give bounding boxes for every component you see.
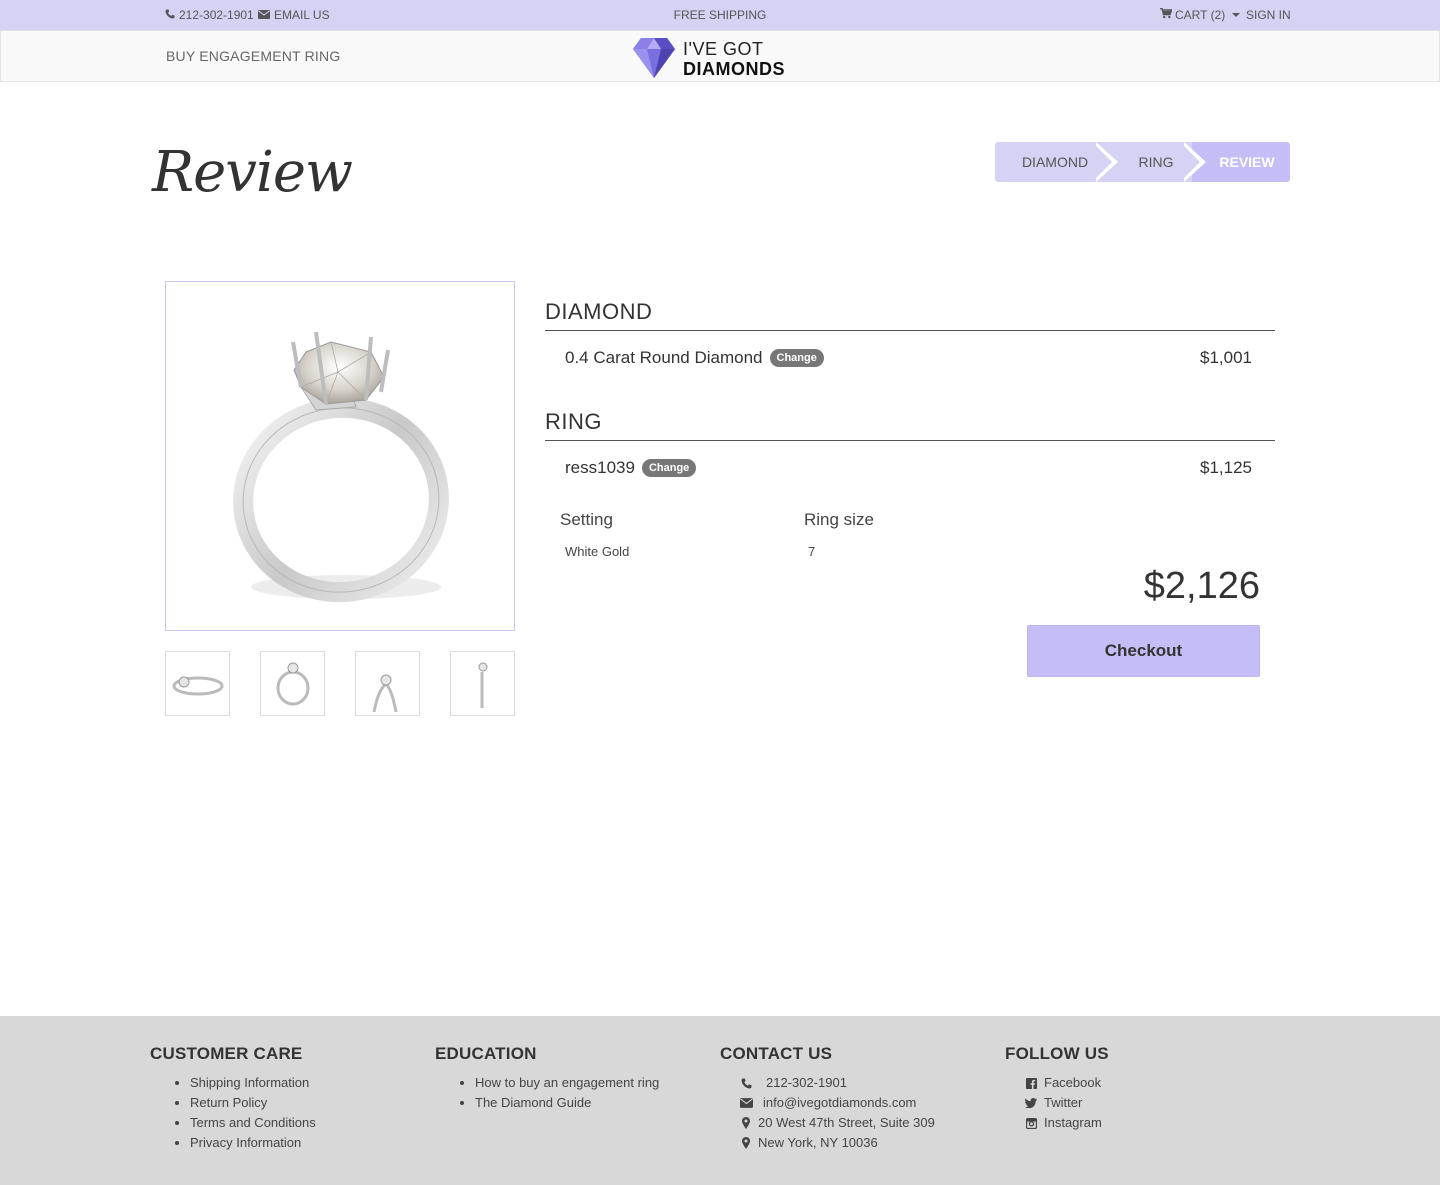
cart-label: CART (2)	[1175, 8, 1226, 22]
site-logo[interactable]: I'VE GOT DIAMONDS	[633, 35, 803, 79]
footer-link-twitter[interactable]: Twitter	[1024, 1093, 1109, 1113]
twitter-label: Twitter	[1044, 1095, 1083, 1110]
envelope-icon	[739, 1096, 753, 1110]
ring-item: ress1039 Change	[565, 458, 697, 478]
instagram-icon	[1024, 1116, 1038, 1130]
diamond-price: $1,001	[1200, 348, 1252, 367]
sign-in-link[interactable]: SIGN IN	[1246, 8, 1291, 22]
step-review-label: REVIEW	[1219, 154, 1275, 170]
ring-price: $1,125	[1200, 458, 1252, 477]
setting-label: Setting	[560, 510, 613, 529]
diamond-logo-icon	[633, 38, 675, 78]
progress-stepper: DIAMOND RING REVIEW	[995, 142, 1290, 182]
step-chevron	[1092, 142, 1112, 182]
top-email-link[interactable]: EMAIL US	[258, 8, 330, 22]
diamond-item: 0.4 Carat Round Diamond Change	[565, 348, 824, 368]
setting-value: White Gold	[565, 544, 630, 559]
footer-link-instagram[interactable]: Instagram	[1024, 1113, 1109, 1133]
ring-front-thumbnail	[276, 662, 310, 706]
product-thumbnail[interactable]	[355, 651, 420, 716]
facebook-icon	[1024, 1076, 1038, 1090]
footer-contact-address2: New York, NY 10036	[739, 1133, 935, 1153]
envelope-icon	[258, 8, 270, 22]
footer-link-terms[interactable]: Terms and Conditions	[150, 1113, 316, 1133]
step-diamond-label: DIAMOND	[1021, 154, 1089, 170]
phone-icon	[165, 8, 175, 22]
footer-contact-address1: 20 West 47th Street, Suite 309	[739, 1113, 935, 1133]
ring-size-label: Ring size	[804, 510, 874, 529]
site-footer: CUSTOMER CARE Shipping Information Retur…	[0, 1016, 1440, 1185]
order-total: $2,126	[1143, 565, 1260, 607]
footer-address-line1: 20 West 47th Street, Suite 309	[758, 1115, 935, 1130]
page-title: Review	[152, 140, 353, 205]
phone-icon	[739, 1076, 753, 1090]
footer-contact: CONTACT US 212-302-1901 info@ivegotdiamo…	[720, 1044, 935, 1153]
checkout-button[interactable]: Checkout	[1027, 625, 1260, 677]
ring-side-thumbnail	[172, 676, 224, 696]
footer-link-returns[interactable]: Return Policy	[150, 1093, 316, 1113]
top-phone-link[interactable]: 212-302-1901	[165, 8, 254, 22]
ring-section-title: RING	[545, 409, 602, 434]
change-ring-button[interactable]: Change	[641, 458, 697, 477]
chevron-down-icon	[1232, 13, 1241, 17]
logo-text-line2: DIAMONDS	[683, 59, 785, 79]
step-review[interactable]: REVIEW	[1192, 142, 1290, 182]
top-email-text: EMAIL US	[274, 8, 330, 22]
diamond-section-title: DIAMOND	[545, 299, 653, 324]
footer-education: EDUCATION How to buy an engagement ring …	[435, 1044, 659, 1113]
footer-email-text: info@ivegotdiamonds.com	[763, 1095, 917, 1110]
footer-heading: EDUCATION	[435, 1044, 537, 1063]
footer-phone-text: 212-302-1901	[766, 1075, 847, 1090]
product-main-image	[165, 281, 515, 631]
ring-angle-thumbnail	[372, 674, 398, 713]
cart-icon	[1160, 7, 1173, 22]
footer-customer-care: CUSTOMER CARE Shipping Information Retur…	[150, 1044, 316, 1153]
step-chevron	[1180, 142, 1200, 182]
ring-image	[233, 331, 449, 603]
change-diamond-button[interactable]: Change	[769, 348, 824, 367]
facebook-label: Facebook	[1044, 1075, 1102, 1090]
top-bar: 212-302-1901 EMAIL US FREE SHIPPING CART…	[0, 0, 1440, 30]
footer-heading: FOLLOW US	[1005, 1044, 1109, 1063]
top-phone-text: 212-302-1901	[179, 8, 254, 22]
footer-address-line2: New York, NY 10036	[758, 1135, 878, 1150]
footer-follow: FOLLOW US Facebook Twitter Instagram	[1005, 1044, 1109, 1133]
footer-heading: CUSTOMER CARE	[150, 1044, 303, 1063]
footer-contact-email[interactable]: info@ivegotdiamonds.com	[739, 1093, 935, 1113]
footer-contact-phone[interactable]: 212-302-1901	[739, 1073, 935, 1093]
footer-heading: CONTACT US	[720, 1044, 833, 1063]
ring-name: ress1039	[565, 458, 635, 477]
logo-text-line1: I'VE GOT	[683, 39, 764, 59]
instagram-label: Instagram	[1044, 1115, 1102, 1130]
main-navbar: BUY ENGAGEMENT RING I'VE GOT DIAMONDS	[0, 30, 1440, 82]
product-thumbnail[interactable]	[260, 651, 325, 716]
footer-link-diamond-guide[interactable]: The Diamond Guide	[435, 1093, 659, 1113]
map-marker-icon	[739, 1136, 753, 1150]
product-thumbnail[interactable]	[450, 651, 515, 716]
map-marker-icon	[739, 1116, 753, 1130]
ring-size-value: 7	[808, 544, 816, 559]
footer-link-shipping[interactable]: Shipping Information	[150, 1073, 316, 1093]
cart-dropdown[interactable]: CART (2)	[1160, 7, 1241, 22]
section-divider	[545, 330, 1275, 331]
footer-link-facebook[interactable]: Facebook	[1024, 1073, 1109, 1093]
product-thumbnail[interactable]	[165, 651, 230, 716]
footer-link-privacy[interactable]: Privacy Information	[150, 1133, 316, 1153]
ring-profile-thumbnail	[478, 662, 488, 708]
diamond-name: 0.4 Carat Round Diamond	[565, 348, 763, 367]
buy-engagement-ring-link[interactable]: BUY ENGAGEMENT RING	[166, 48, 340, 64]
twitter-icon	[1024, 1096, 1038, 1110]
section-divider	[545, 440, 1275, 441]
footer-link-how-to-buy[interactable]: How to buy an engagement ring	[435, 1073, 659, 1093]
step-ring-label: RING	[1138, 154, 1174, 170]
